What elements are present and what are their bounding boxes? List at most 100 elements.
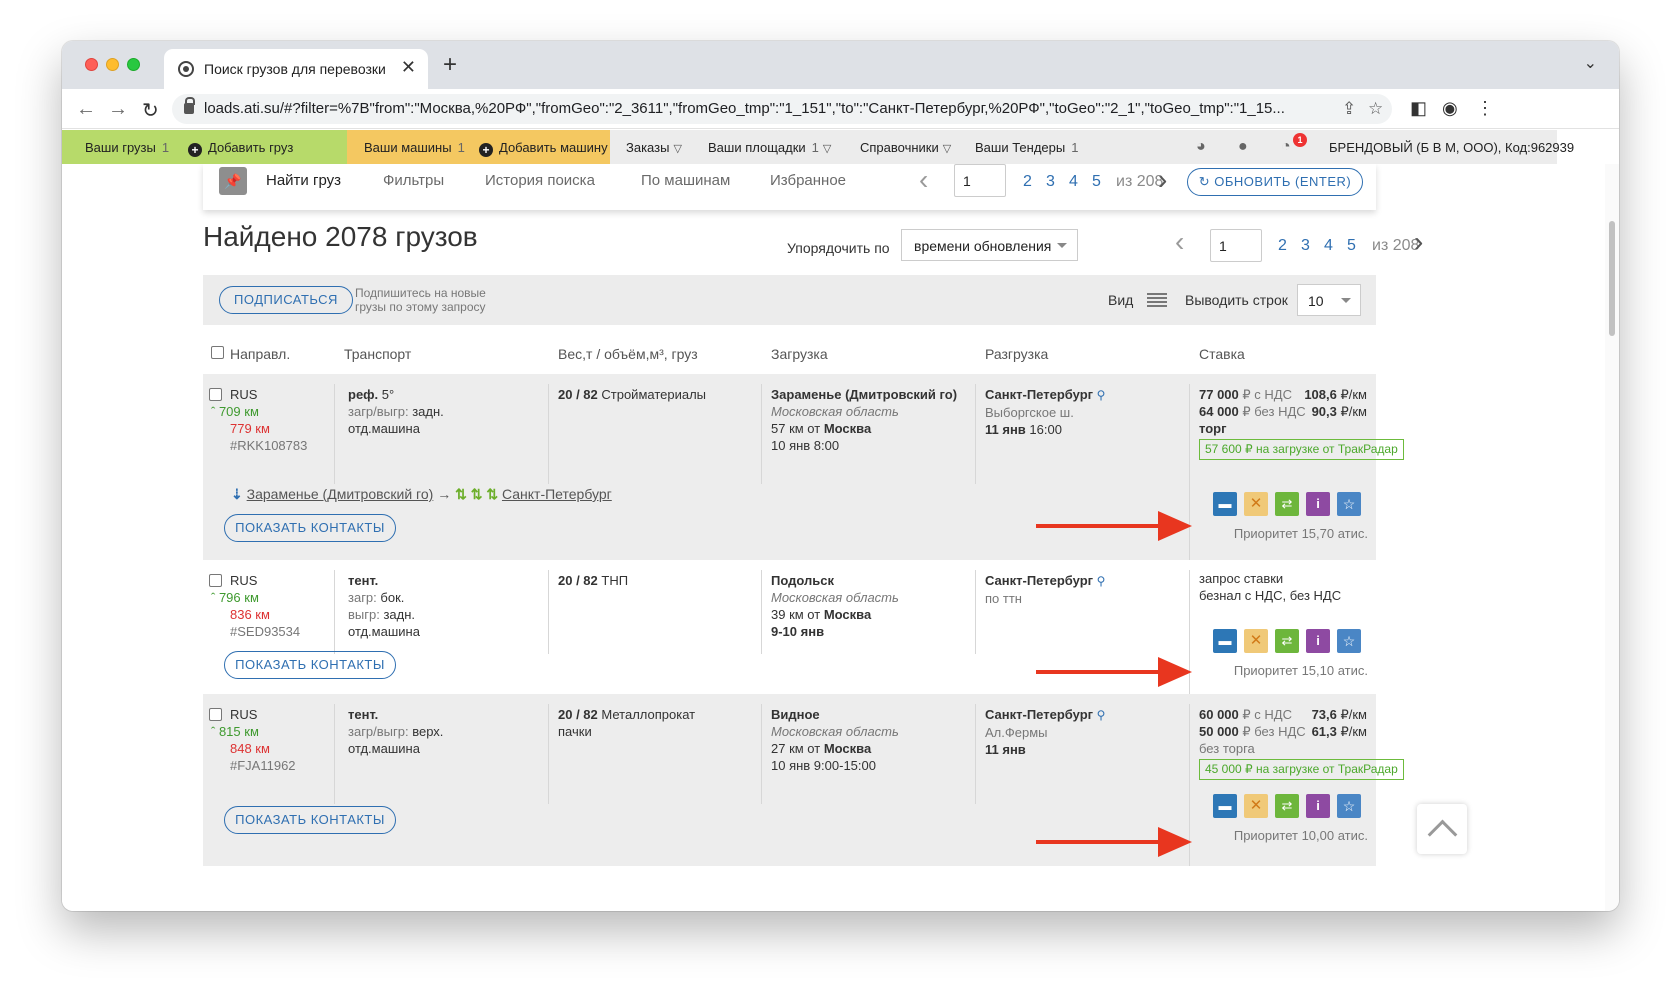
tenders-link[interactable]: Ваши Тендеры 1 — [975, 140, 1078, 155]
chat-icon[interactable]: ▬ — [1213, 794, 1237, 818]
share-icon[interactable]: ⇪ — [1342, 99, 1356, 119]
select-all-checkbox[interactable] — [211, 346, 224, 362]
next-page-icon[interactable]: › — [1414, 226, 1423, 258]
page-link[interactable]: 2 — [1023, 173, 1032, 191]
info-icon[interactable]: i — [1306, 629, 1330, 653]
orders-menu[interactable]: Заказы ▽ — [626, 140, 682, 155]
show-contacts-button[interactable]: ПОКАЗАТЬ КОНТАКТЫ — [224, 806, 396, 834]
star-icon[interactable]: ☆ — [1337, 794, 1361, 818]
prev-page-icon[interactable]: ‹ — [919, 164, 928, 196]
address-bar[interactable]: loads.ati.su/#?filter=%7B"from":"Москва,… — [172, 94, 1392, 124]
tab-find-load[interactable]: Найти груз — [266, 172, 341, 189]
close-window-button[interactable] — [85, 58, 98, 71]
page-link[interactable]: 3 — [1301, 237, 1310, 255]
url-text[interactable]: loads.ati.su/#?filter=%7B"from":"Москва,… — [204, 100, 1334, 117]
chat-icon[interactable]: ▬ — [1213, 629, 1237, 653]
profile-icon[interactable]: ◉ — [1442, 98, 1458, 119]
page-link[interactable]: 5 — [1092, 173, 1101, 191]
your-trucks-link[interactable]: Ваши машины 1 — [364, 140, 465, 155]
page-link[interactable]: 2 — [1278, 237, 1287, 255]
plus-icon: + — [479, 143, 493, 157]
info-icon[interactable]: i — [1306, 794, 1330, 818]
cross-icon[interactable]: ✕ — [1244, 794, 1268, 818]
swap-icon[interactable]: ⇄ — [1275, 492, 1299, 516]
page-link[interactable]: 5 — [1347, 237, 1356, 255]
list-view-icon[interactable] — [1147, 293, 1167, 307]
add-truck-button[interactable]: + Добавить машину — [479, 140, 608, 157]
company-info[interactable]: БРЕНДОВЫЙ (Б В М, ООО), Код:962939 — [1329, 140, 1574, 155]
directories-menu[interactable]: Справочники ▽ — [860, 140, 951, 155]
truckradar-badge[interactable]: 57 600 ₽ на загрузке от ТракРадар — [1199, 439, 1404, 460]
show-contacts-button[interactable]: ПОКАЗАТЬ КОНТАКТЫ — [224, 514, 396, 542]
col-loading[interactable]: Загрузка — [771, 346, 828, 362]
forward-icon[interactable]: → — [108, 98, 128, 121]
load-code[interactable]: #SED93534 — [230, 623, 300, 640]
browser-tab[interactable]: Поиск грузов для перевозки ✕ — [164, 49, 428, 89]
zoom-window-button[interactable] — [127, 58, 140, 71]
star-icon[interactable]: ☆ — [1337, 492, 1361, 516]
cross-icon[interactable]: ✕ — [1244, 492, 1268, 516]
tab-favorites[interactable]: Избранное — [770, 172, 846, 189]
rows-select[interactable]: 10 — [1297, 284, 1361, 316]
pin-icon[interactable]: 📌 — [219, 167, 247, 195]
reload-icon[interactable]: ↻ — [142, 98, 159, 123]
row-checkbox[interactable] — [209, 388, 222, 401]
priority-text: Приоритет 15,10 атис. — [1233, 663, 1368, 678]
route-to-link[interactable]: Санкт-Петербург — [502, 486, 612, 502]
messages-icon[interactable]: ● — [1238, 138, 1248, 156]
add-load-button[interactable]: + Добавить груз — [188, 140, 293, 157]
col-transport[interactable]: Транспорт — [344, 346, 411, 362]
support-icon[interactable]: ◕ — [1196, 138, 1206, 156]
show-contacts-button[interactable]: ПОКАЗАТЬ КОНТАКТЫ — [224, 651, 396, 679]
bookmark-star-icon[interactable]: ☆ — [1368, 99, 1383, 119]
row-checkbox[interactable] — [209, 708, 222, 721]
col-rate[interactable]: Ставка — [1199, 346, 1245, 362]
scroll-to-top-button[interactable] — [1417, 804, 1467, 854]
page-link[interactable]: 3 — [1046, 173, 1055, 191]
col-weight[interactable]: Вес,т / объём,м³, груз — [558, 346, 698, 362]
swap-icon[interactable]: ⇄ — [1275, 629, 1299, 653]
page-input[interactable]: 1 — [1210, 229, 1262, 262]
next-page-icon[interactable]: › — [1158, 164, 1167, 196]
refresh-button[interactable]: ↻ ОБНОВИТЬ (ENTER) — [1187, 168, 1363, 196]
platforms-menu[interactable]: Ваши площадки 1 ▽ — [708, 140, 831, 155]
map-pin-icon[interactable]: ⚲ — [1097, 574, 1106, 588]
tab-close-icon[interactable]: ✕ — [401, 57, 416, 78]
notifications-icon[interactable]: ◔ — [1281, 138, 1291, 156]
back-icon[interactable]: ← — [76, 98, 96, 121]
load-code[interactable]: #RKK108783 — [230, 437, 307, 454]
page-scrollbar[interactable] — [1605, 164, 1619, 911]
tab-search-history[interactable]: История поиска — [485, 172, 595, 189]
subscribe-button[interactable]: ПОДПИСАТЬСЯ — [219, 286, 353, 314]
col-direction[interactable]: Направл. — [230, 346, 290, 362]
page-link[interactable]: 4 — [1069, 173, 1078, 191]
info-icon[interactable]: i — [1306, 492, 1330, 516]
page-link[interactable]: 4 — [1324, 237, 1333, 255]
cross-icon[interactable]: ✕ — [1244, 629, 1268, 653]
tab-by-trucks[interactable]: По машинам — [641, 172, 730, 189]
chevron-down-icon: ▽ — [673, 143, 682, 155]
swap-icon[interactable]: ⇄ — [1275, 794, 1299, 818]
minimize-window-button[interactable] — [106, 58, 119, 71]
row-checkbox[interactable] — [209, 574, 222, 587]
map-pin-icon[interactable]: ⚲ — [1097, 708, 1106, 722]
lock-icon[interactable] — [184, 97, 195, 114]
prev-page-icon[interactable]: ‹ — [1175, 226, 1184, 258]
map-pin-icon[interactable]: ⚲ — [1097, 388, 1106, 402]
chat-icon[interactable]: ▬ — [1213, 492, 1237, 516]
more-menu-icon[interactable]: ⋮ — [1476, 98, 1494, 119]
route-from-link[interactable]: Зараменье (Дмитровский го) — [247, 486, 434, 502]
tab-search-icon[interactable]: ⌄ — [1584, 53, 1597, 73]
page-title: Найдено 2078 грузов — [203, 221, 478, 252]
load-code[interactable]: #FJA11962 — [230, 757, 296, 774]
truckradar-badge[interactable]: 45 000 ₽ на загрузке от ТракРадар — [1199, 759, 1404, 780]
new-tab-button[interactable]: + — [443, 51, 457, 79]
scrollbar-thumb[interactable] — [1609, 221, 1615, 336]
star-icon[interactable]: ☆ — [1337, 629, 1361, 653]
sidepanel-icon[interactable]: ◧ — [1410, 98, 1427, 119]
tab-filters[interactable]: Фильтры — [383, 172, 444, 189]
page-input[interactable]: 1 — [954, 164, 1006, 197]
your-loads-link[interactable]: Ваши грузы 1 — [85, 140, 169, 155]
col-unloading[interactable]: Разгрузка — [985, 346, 1048, 362]
sort-select[interactable]: времени обновления — [901, 229, 1078, 261]
